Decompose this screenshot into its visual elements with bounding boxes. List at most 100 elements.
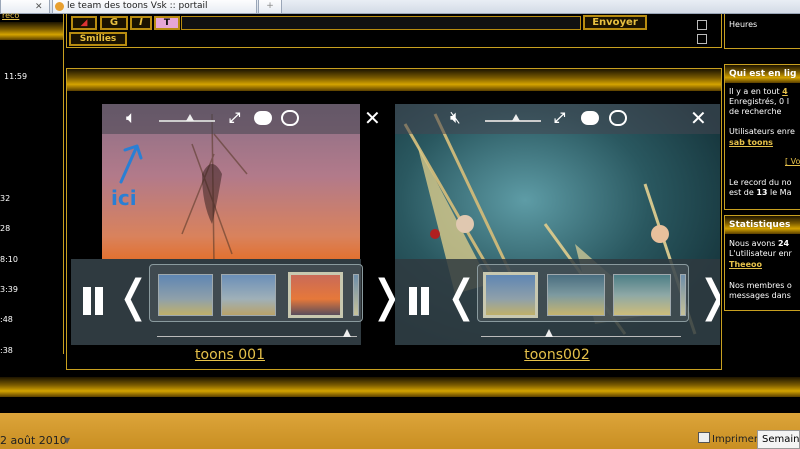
- date-label: 2 août 2010: [0, 434, 67, 447]
- hours-label: Heures: [729, 20, 758, 29]
- thumbnail[interactable]: [613, 274, 671, 316]
- online-line-prefix: Il y a en tout: [729, 87, 783, 96]
- text-format-icon: T: [163, 18, 171, 28]
- stats-prefix: Nous avons: [729, 239, 778, 248]
- video-player-2: 🔇︎ ⤢ ✕ ❬ ❭: [395, 104, 720, 346]
- calendar-toolbar: 2 août 2010 ▼ Imprimer Semain: [0, 413, 800, 449]
- previous-tab-close-icon[interactable]: ✕: [35, 1, 43, 13]
- smilies-button[interactable]: Smilies: [69, 32, 127, 46]
- online-title: Qui est en lig: [729, 69, 797, 79]
- footer-gold-bar: [0, 377, 800, 397]
- sound-tool-button[interactable]: ◢: [71, 16, 97, 30]
- online-line: de recherche: [729, 107, 782, 116]
- progress-track[interactable]: [157, 336, 357, 337]
- stats-count: 24: [777, 239, 790, 248]
- record-count: 13: [756, 188, 768, 197]
- stats-line: messages dans: [729, 291, 791, 300]
- close-icon[interactable]: ✕: [364, 106, 381, 130]
- text-format-button[interactable]: T: [154, 16, 180, 30]
- left-time: 11:59: [4, 72, 28, 81]
- left-column: reco 11:59 32 28 8:10 3:39 :48 :38: [0, 11, 64, 355]
- gallery-gold-header: [67, 69, 721, 91]
- left-time: 28: [0, 224, 11, 233]
- online-line: Il y a en tout 4: [729, 87, 788, 97]
- thumbnail-selected[interactable]: [288, 272, 343, 318]
- captions-off-icon[interactable]: [609, 110, 627, 126]
- record-line: est de 13 le Ma: [729, 188, 792, 198]
- left-time: 32: [0, 194, 11, 203]
- message-editor: ◢ G I T Envoyer Smilies: [66, 14, 722, 48]
- send-button[interactable]: Envoyer: [583, 15, 647, 30]
- message-input[interactable]: [181, 16, 581, 30]
- volume-icon[interactable]: 🔈︎: [126, 108, 136, 128]
- video-player-1: 🔈︎ ⤢ ✕ ici ❬ ❭: [71, 104, 405, 346]
- muted-volume-icon[interactable]: 🔇︎: [450, 108, 461, 128]
- italic-button[interactable]: I: [130, 16, 152, 30]
- online-line: Enregistrés, 0 I: [729, 97, 790, 106]
- captions-icon[interactable]: [254, 111, 272, 125]
- volume-slider[interactable]: [485, 114, 541, 122]
- stats-line: L'utilisateur enr: [729, 249, 792, 258]
- thumbnail[interactable]: [680, 274, 686, 316]
- previous-arrow-icon[interactable]: ❬: [443, 275, 480, 319]
- print-button[interactable]: Imprimer: [712, 434, 758, 445]
- online-count[interactable]: 4: [782, 87, 788, 96]
- volume-slider[interactable]: [159, 114, 215, 122]
- pause-bar[interactable]: [95, 287, 103, 315]
- video-caption-2[interactable]: toons002: [497, 347, 617, 363]
- record-line: Le record du no: [729, 178, 792, 187]
- sound-tool-icon: ◢: [80, 18, 88, 28]
- volume-slider-handle[interactable]: [186, 114, 194, 121]
- left-time: 3:39: [0, 285, 18, 294]
- previous-arrow-icon[interactable]: ❬: [115, 275, 152, 319]
- active-tab[interactable]: le team des toons Vsk :: portail ✕: [52, 0, 257, 14]
- date-dropdown-icon[interactable]: ▼: [64, 436, 70, 445]
- record-suffix: le Ma: [767, 188, 792, 197]
- thumbnail[interactable]: [158, 274, 213, 316]
- site-favicon-icon: [55, 2, 64, 11]
- expand-icon[interactable]: [697, 34, 707, 44]
- newest-user-link[interactable]: Theeoo: [729, 260, 762, 270]
- thumbnail[interactable]: [221, 274, 276, 316]
- progress-handle[interactable]: [545, 329, 553, 337]
- ghost-ship-silhouette: [181, 114, 248, 264]
- stats-line: Nous avons 24: [729, 239, 789, 249]
- right-top-panel: Heures: [724, 14, 800, 49]
- browser-tab-bar: ✕ le team des toons Vsk :: portail ✕ +: [0, 0, 800, 14]
- progress-handle[interactable]: [343, 329, 351, 337]
- stats-line: Nos membres o: [729, 281, 792, 290]
- left-reco-link[interactable]: reco: [2, 11, 19, 21]
- left-gold-header: [0, 22, 63, 40]
- video-caption-1[interactable]: toons 001: [170, 347, 290, 363]
- online-line: Utilisateurs enre: [729, 127, 795, 136]
- bold-button[interactable]: G: [100, 16, 128, 30]
- resize-icon[interactable]: [697, 20, 707, 30]
- thumbnail[interactable]: [547, 274, 605, 316]
- record-prefix: est de: [729, 188, 757, 197]
- view-list-link[interactable]: [ Vo: [785, 157, 800, 167]
- pause-bar: [409, 287, 417, 315]
- week-view-tab[interactable]: Semain: [757, 430, 800, 449]
- new-tab-icon: +: [266, 1, 274, 11]
- arrow-annotation-icon: [119, 144, 143, 184]
- close-icon[interactable]: ✕: [690, 106, 707, 130]
- captions-icon[interactable]: [581, 111, 599, 125]
- online-user-link[interactable]: sab toons: [729, 138, 773, 148]
- thumbnail[interactable]: [353, 274, 359, 316]
- pause-bar[interactable]: [421, 287, 429, 315]
- statistics-title: Statistiques: [729, 220, 791, 230]
- annotation-label: ici: [111, 186, 137, 210]
- who-is-online-panel: Qui est en lig Il y a en tout 4 Enregist…: [724, 64, 800, 210]
- pause-bar: [83, 287, 91, 315]
- next-arrow-icon[interactable]: ❭: [695, 275, 720, 319]
- thumbnail-selected[interactable]: [483, 272, 538, 318]
- statistics-panel: Statistiques Nous avons 24 L'utilisateur…: [724, 215, 800, 311]
- volume-slider-handle[interactable]: [512, 114, 520, 121]
- tab-title: le team des toons Vsk :: portail: [67, 1, 208, 11]
- left-time: 8:10: [0, 255, 18, 264]
- fullscreen-icon[interactable]: ⤢: [229, 110, 240, 126]
- progress-track[interactable]: [481, 336, 681, 337]
- captions-off-icon[interactable]: [281, 110, 299, 126]
- fullscreen-icon[interactable]: ⤢: [554, 110, 565, 126]
- new-tab-button[interactable]: +: [258, 0, 282, 14]
